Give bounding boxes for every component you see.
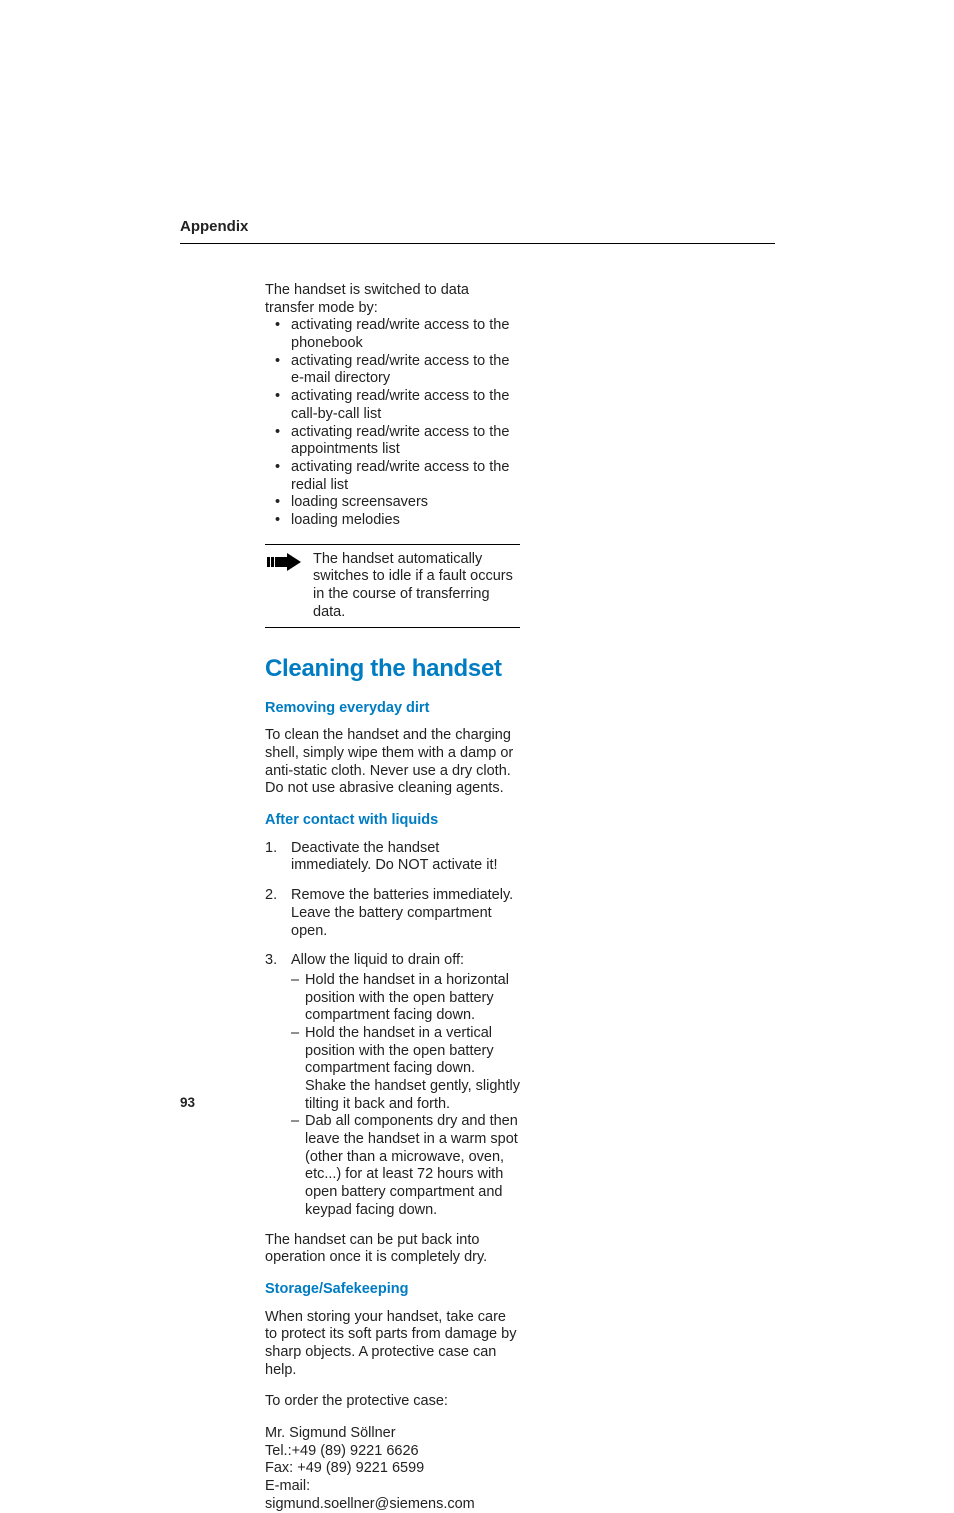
page-number: 93 — [180, 1095, 195, 1110]
paragraph: To clean the handset and the charging sh… — [265, 727, 520, 798]
step-number: 2. — [265, 887, 277, 905]
list-item: Hold the handset in a horizontal positio… — [291, 972, 520, 1025]
contact-block: Mr. Sigmund Söllner Tel.:+49 (89) 9221 6… — [265, 1425, 520, 1513]
list-item: loading melodies — [265, 512, 520, 530]
list-item: loading screensavers — [265, 494, 520, 512]
list-item: 3. Allow the liquid to drain off: Hold t… — [265, 952, 520, 1219]
page-content: The handset is switched to data transfer… — [0, 244, 520, 1513]
page-header: Appendix — [0, 0, 780, 244]
list-item: activating read/write access to the phon… — [265, 317, 520, 352]
list-item: 2. Remove the batteries immediately. Lea… — [265, 887, 520, 940]
intro-lead: The handset is switched to data transfer… — [265, 282, 520, 317]
step-text: Deactivate the handset immediately. Do N… — [291, 840, 498, 874]
subheading-after-liquids: After contact with liquids — [265, 812, 520, 830]
numbered-steps: 1. Deactivate the handset immediately. D… — [265, 840, 520, 1220]
arrow-icon — [265, 551, 303, 571]
paragraph: When storing your handset, take care to … — [265, 1309, 520, 1380]
page: Appendix The handset is switched to data… — [0, 0, 954, 1350]
contact-email: E-mail: sigmund.soellner@siemens.com — [265, 1478, 520, 1513]
contact-fax: Fax: +49 (89) 9221 6599 — [265, 1460, 520, 1478]
paragraph: To order the protective case: — [265, 1393, 520, 1411]
note-callout: The handset automatically switches to id… — [265, 544, 520, 629]
step-number: 3. — [265, 952, 277, 970]
paragraph: The handset can be put back into operati… — [265, 1232, 520, 1267]
contact-name: Mr. Sigmund Söllner — [265, 1425, 520, 1443]
list-item: 1. Deactivate the handset immediately. D… — [265, 840, 520, 875]
contact-tel: Tel.:+49 (89) 9221 6626 — [265, 1443, 520, 1461]
text: Do not use abrasive cleaning agents. — [265, 780, 504, 796]
list-item: activating read/write access to the call… — [265, 388, 520, 423]
subheading-removing-dirt: Removing everyday dirt — [265, 700, 520, 718]
list-item: Hold the handset in a vertical position … — [291, 1025, 520, 1113]
list-item: activating read/write access to the e-ma… — [265, 353, 520, 388]
step-text: Remove the batteries immediately. Leave … — [291, 887, 513, 938]
list-item: Dab all components dry and then leave th… — [291, 1113, 520, 1219]
section-heading: Appendix — [180, 218, 780, 241]
intro-bullet-list: activating read/write access to the phon… — [265, 317, 520, 529]
list-item: activating read/write access to the appo… — [265, 424, 520, 459]
heading-cleaning: Cleaning the handset — [265, 654, 520, 683]
sub-list: Hold the handset in a horizontal positio… — [291, 972, 520, 1220]
list-item: activating read/write access to the redi… — [265, 459, 520, 494]
text: To clean the handset and the charging sh… — [265, 727, 513, 778]
step-text: Allow the liquid to drain off: — [291, 952, 464, 968]
step-number: 1. — [265, 840, 277, 858]
note-text: The handset automatically switches to id… — [313, 551, 520, 622]
subheading-storage: Storage/Safekeeping — [265, 1281, 520, 1299]
